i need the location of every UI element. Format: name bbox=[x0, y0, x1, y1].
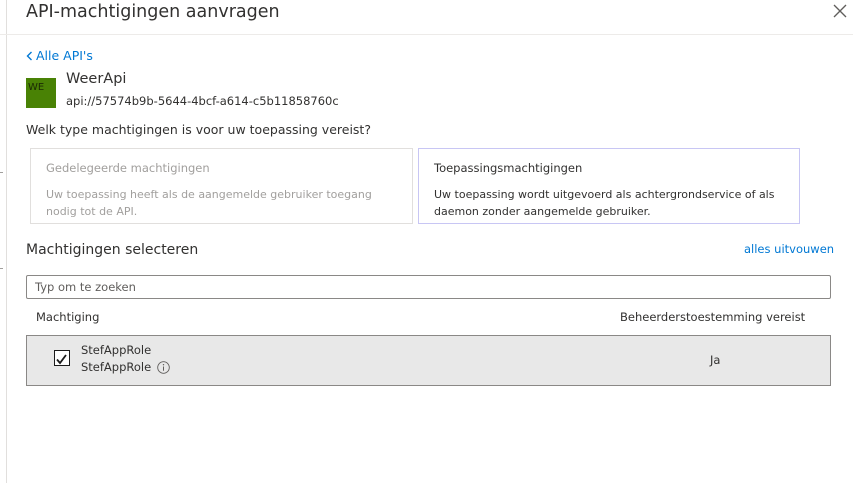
api-logo-initials: WE bbox=[28, 82, 45, 93]
close-icon[interactable] bbox=[831, 2, 849, 20]
info-icon[interactable] bbox=[157, 360, 170, 374]
back-link-label: Alle API's bbox=[36, 48, 93, 63]
page-title: API-machtigingen aanvragen bbox=[26, 2, 280, 22]
back-to-all-apis-link[interactable]: Alle API's bbox=[26, 48, 93, 63]
application-permissions-option[interactable]: Toepassingsmachtigingen Uw toepassing wo… bbox=[418, 148, 800, 224]
permission-description: StefAppRole bbox=[81, 360, 152, 374]
permission-search-input[interactable] bbox=[26, 275, 831, 299]
option-description: Uw toepassing heeft als de aangemelde ge… bbox=[46, 188, 372, 218]
api-logo-icon: WE bbox=[26, 78, 56, 108]
checkmark-icon bbox=[56, 354, 67, 365]
permission-type-question: Welk type machtigingen is voor uw toepas… bbox=[26, 122, 371, 137]
permission-checkbox[interactable] bbox=[54, 350, 70, 366]
admin-consent-value: Ja bbox=[710, 353, 721, 367]
chevron-left-icon bbox=[26, 51, 32, 60]
option-description: Uw toepassing wordt uitgevoerd als achte… bbox=[434, 188, 775, 218]
panel-header: API-machtigingen aanvragen bbox=[0, 0, 853, 35]
edge-tick bbox=[0, 172, 3, 173]
expand-all-link[interactable]: alles uitvouwen bbox=[744, 242, 834, 256]
column-header-permission: Machtiging bbox=[36, 310, 100, 324]
api-identifier: api://57574b9b-5644-4bcf-a614-c5b1185876… bbox=[66, 94, 339, 108]
select-permissions-heading: Machtigingen selecteren bbox=[26, 242, 199, 258]
table-row[interactable]: StefAppRole StefAppRole Ja bbox=[26, 335, 831, 386]
column-header-admin-consent: Beheerderstoestemming vereist bbox=[620, 310, 806, 324]
api-name: WeerApi bbox=[66, 71, 127, 87]
permission-name: StefAppRole bbox=[81, 343, 152, 357]
permission-description-line: StefAppRole bbox=[81, 360, 170, 374]
left-edge-strip bbox=[0, 0, 7, 483]
option-title: Toepassingsmachtigingen bbox=[434, 161, 583, 175]
edge-tick bbox=[0, 268, 3, 269]
option-title: Gedelegeerde machtigingen bbox=[46, 161, 210, 175]
delegated-permissions-option[interactable]: Gedelegeerde machtigingen Uw toepassing … bbox=[30, 148, 413, 224]
